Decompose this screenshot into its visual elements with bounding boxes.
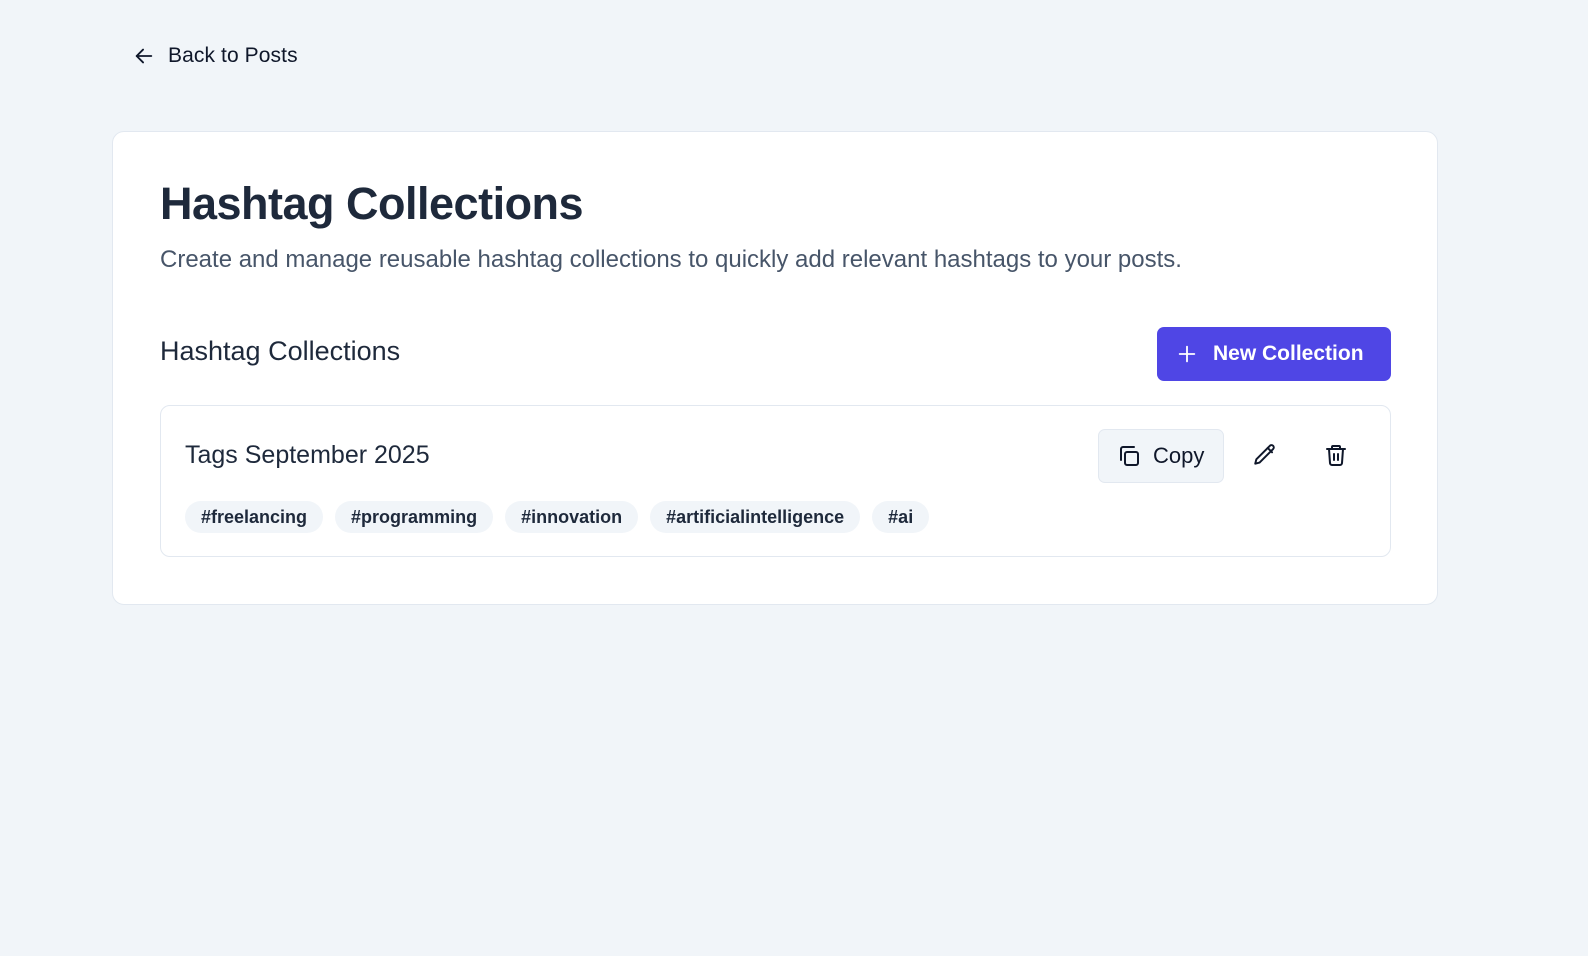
arrow-left-icon: [132, 44, 156, 68]
tag-list: #freelancing #programming #innovation #a…: [185, 501, 930, 533]
plus-icon: [1175, 342, 1199, 366]
collections-card: Hashtag Collections Create and manage re…: [112, 131, 1438, 605]
new-collection-label: New Collection: [1213, 342, 1364, 365]
edit-button[interactable]: [1238, 429, 1292, 483]
page-description: Create and manage reusable hashtag colle…: [160, 246, 1182, 273]
collection-item: Tags September 2025 Copy #freelancing #p…: [160, 405, 1391, 557]
hashtag-chip: #artificialintelligence: [650, 501, 861, 533]
back-to-posts-link[interactable]: Back to Posts: [128, 40, 302, 72]
copy-button[interactable]: Copy: [1098, 429, 1224, 483]
hashtag-chip: #freelancing: [185, 501, 324, 533]
delete-button[interactable]: [1309, 429, 1363, 483]
hashtag-chip: #programming: [335, 501, 494, 533]
copy-label: Copy: [1153, 443, 1205, 468]
hashtag-chip: #innovation: [505, 501, 639, 533]
hashtag-chip: #ai: [872, 501, 930, 533]
section-title: Hashtag Collections: [160, 336, 401, 366]
new-collection-button[interactable]: New Collection: [1157, 327, 1391, 381]
pencil-icon: [1252, 442, 1278, 471]
collection-name: Tags September 2025: [185, 441, 430, 469]
trash-icon: [1324, 443, 1348, 470]
back-link-label: Back to Posts: [168, 44, 298, 67]
page-title: Hashtag Collections: [160, 178, 584, 229]
copy-icon: [1117, 444, 1141, 468]
